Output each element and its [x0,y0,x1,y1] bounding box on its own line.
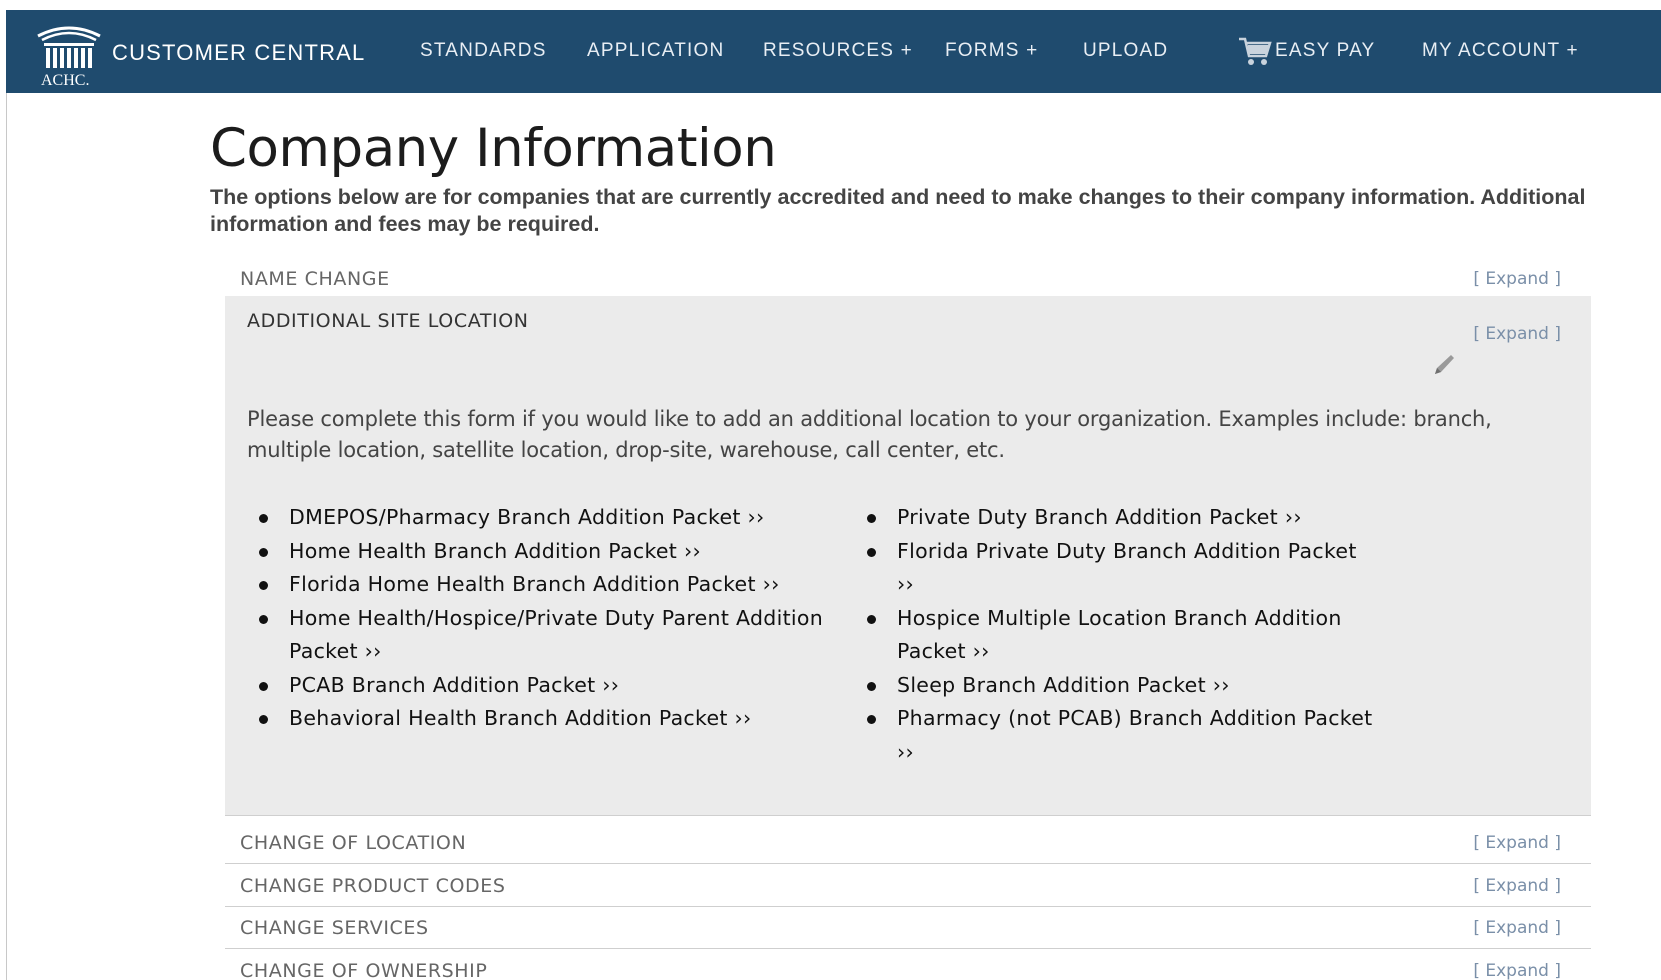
nav-easy-pay[interactable]: EASY PAY [1275,40,1375,62]
accordion-title: NAME CHANGE [240,268,390,290]
accordion-change-of-ownership[interactable]: CHANGE OF OWNERSHIP [ Expand ] [225,950,1591,980]
expand-link[interactable]: [ Expand ] [1473,833,1561,853]
logo-text: ACHC. [41,72,90,89]
packet-link-florida-private-duty[interactable]: Florida Private Duty Branch Addition Pac… [855,535,1375,602]
packet-link-dmepos-pharmacy[interactable]: DMEPOS/Pharmacy Branch Addition Packet ›… [247,501,827,535]
expand-link[interactable]: [ Expand ] [1473,269,1561,289]
accordion-name-change[interactable]: NAME CHANGE [ Expand ] [225,258,1591,300]
expand-link[interactable]: [ Expand ] [1473,918,1561,938]
accordion-change-product-codes[interactable]: CHANGE PRODUCT CODES [ Expand ] [225,865,1591,907]
expand-link[interactable]: [ Expand ] [1473,961,1561,980]
nav-application[interactable]: APPLICATION [587,40,724,62]
packet-link-hospice-multiple[interactable]: Hospice Multiple Location Branch Additio… [855,602,1375,669]
packet-link-pharmacy-not-pcab[interactable]: Pharmacy (not PCAB) Branch Addition Pack… [855,702,1375,769]
accordion-title[interactable]: ADDITIONAL SITE LOCATION [247,310,529,332]
expand-link[interactable]: [ Expand ] [1473,324,1561,344]
brand-name[interactable]: CUSTOMER CENTRAL [112,40,366,66]
nav-my-account[interactable]: MY ACCOUNT + [1422,40,1579,62]
accordion-title: CHANGE SERVICES [240,917,429,939]
packet-link-home-health[interactable]: Home Health Branch Addition Packet ›› [247,535,827,569]
accordion-change-services[interactable]: CHANGE SERVICES [ Expand ] [225,907,1591,949]
packet-link-behavioral-health[interactable]: Behavioral Health Branch Addition Packet… [247,702,827,736]
accordion-title: CHANGE PRODUCT CODES [240,875,506,897]
page-border [6,10,7,980]
packet-link-pcab[interactable]: PCAB Branch Addition Packet ›› [247,669,827,703]
nav-forms[interactable]: FORMS + [945,40,1038,62]
accordion-title: CHANGE OF OWNERSHIP [240,960,488,980]
page: ACHC. CUSTOMER CENTRAL STANDARDS APPLICA… [0,0,1661,980]
accordion-title: CHANGE OF LOCATION [240,832,467,854]
page-intro: The options below are for companies that… [210,185,1586,236]
expand-link[interactable]: [ Expand ] [1473,876,1561,896]
achc-logo[interactable]: ACHC. [34,18,104,89]
page-title: Company Information [210,118,777,179]
additional-site-description: Please complete this form if you would l… [247,407,1492,462]
accordion-additional-site-location: ADDITIONAL SITE LOCATION [ Expand ] Plea… [225,296,1591,816]
accordion-change-of-location[interactable]: CHANGE OF LOCATION [ Expand ] [225,822,1591,864]
building-columns-icon [37,26,101,68]
cart-icon[interactable] [1238,36,1272,68]
packet-list-right: Private Duty Branch Addition Packet ›› F… [855,501,1375,769]
nav-standards[interactable]: STANDARDS [420,40,547,62]
packet-link-parent-addition[interactable]: Home Health/Hospice/Private Duty Parent … [247,602,827,669]
top-navbar: ACHC. CUSTOMER CENTRAL STANDARDS APPLICA… [6,10,1661,93]
nav-upload[interactable]: UPLOAD [1083,40,1168,62]
pencil-icon[interactable] [1431,352,1457,378]
packet-list-left: DMEPOS/Pharmacy Branch Addition Packet ›… [247,501,827,736]
packet-link-florida-home-health[interactable]: Florida Home Health Branch Addition Pack… [247,568,827,602]
nav-resources[interactable]: RESOURCES + [763,40,913,62]
packet-link-sleep[interactable]: Sleep Branch Addition Packet ›› [855,669,1375,703]
packet-link-private-duty[interactable]: Private Duty Branch Addition Packet ›› [855,501,1375,535]
